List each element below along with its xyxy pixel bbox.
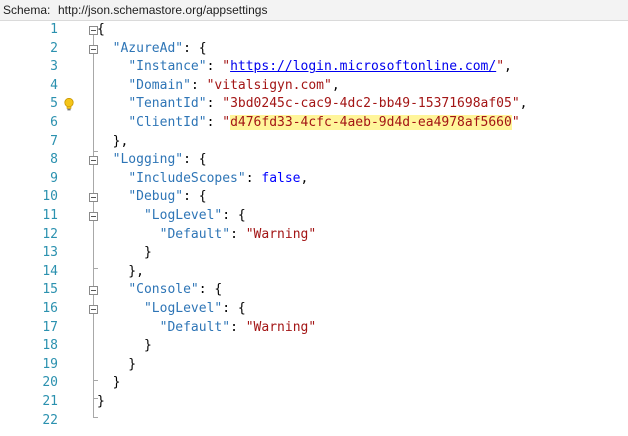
code-line: 13 } xyxy=(0,244,628,263)
json-key: "IncludeScopes" xyxy=(128,170,246,186)
line-number: 17 xyxy=(42,319,58,335)
line-number: 6 xyxy=(50,115,58,130)
highlighted-client-id: d476fd33-4cfc-4aeb-9d4d-ea4978af5660 xyxy=(230,115,512,130)
line-number: 16 xyxy=(42,301,58,316)
line-number: 7 xyxy=(50,133,58,149)
code-line: 5 "TenantId": "3bd0245c-cac9-4dc2-bb49-1… xyxy=(0,95,628,114)
code-line: 1 { xyxy=(0,21,628,40)
line-number: 10 xyxy=(42,189,58,205)
code-line: 19 } xyxy=(0,356,628,375)
brace: { xyxy=(97,22,105,37)
line-number: 4 xyxy=(50,77,58,93)
code-line: 22 xyxy=(0,412,628,431)
schema-bar: Schema: http://json.schemastore.org/apps… xyxy=(0,0,628,21)
line-number: 15 xyxy=(42,282,58,298)
line-number: 5 xyxy=(50,96,58,112)
json-key: "Domain" xyxy=(128,77,191,93)
line-number: 20 xyxy=(42,375,58,391)
code-line: 9 "IncludeScopes": false, xyxy=(0,170,628,189)
code-line: 16 "LogLevel": { xyxy=(0,300,628,319)
code-line: 8 "Logging": { xyxy=(0,151,628,170)
code-line: 4 "Domain": "vitalsigyn.com", xyxy=(0,77,628,96)
line-number: 21 xyxy=(42,394,58,409)
code-line: 11 "LogLevel": { xyxy=(0,207,628,226)
json-boolean: false xyxy=(261,170,301,186)
line-number: 1 xyxy=(50,22,58,37)
json-string: "3bd0245c-cac9-4dc2-bb49-15371698af05" xyxy=(222,96,520,112)
code-line: 3 "Instance": "https://login.microsofton… xyxy=(0,58,628,77)
code-editor[interactable]: 1 { 2 "AzureAd": { 3 "Instance": "https:… xyxy=(0,21,628,436)
code-line: 21 } xyxy=(0,393,628,412)
code-line: 12 "Default": "Warning" xyxy=(0,226,628,245)
json-string: "Warning" xyxy=(245,226,317,242)
line-number: 8 xyxy=(50,152,58,168)
code-line: 14 }, xyxy=(0,263,628,282)
line-number: 3 xyxy=(50,59,58,75)
json-key: "AzureAd" xyxy=(112,40,184,56)
json-key: "Console" xyxy=(128,282,199,298)
code-line: 7 }, xyxy=(0,133,628,152)
line-number: 12 xyxy=(42,226,58,242)
code-line: 6 "ClientId": "d476fd33-4cfc-4aeb-9d4d-e… xyxy=(0,114,628,133)
json-key: "Debug" xyxy=(128,189,184,205)
json-key: "Logging" xyxy=(112,152,184,168)
line-number: 13 xyxy=(42,245,58,261)
json-string: "Warning" xyxy=(245,319,317,335)
line-number: 2 xyxy=(50,40,58,56)
json-string: "vitalsigyn.com" xyxy=(206,77,332,93)
line-number: 11 xyxy=(42,208,58,223)
json-key: "LogLevel" xyxy=(143,301,223,316)
json-key: "Default" xyxy=(159,319,231,335)
code-line: 15 "Console": { xyxy=(0,281,628,300)
json-key: "TenantId" xyxy=(128,96,207,112)
schema-label: Schema: xyxy=(3,3,51,17)
line-number: 22 xyxy=(42,412,58,428)
json-key: "ClientId" xyxy=(128,115,207,130)
code-line: 17 "Default": "Warning" xyxy=(0,319,628,338)
json-key: "Default" xyxy=(159,226,231,242)
json-key: "LogLevel" xyxy=(143,208,223,223)
line-number: 9 xyxy=(50,170,58,186)
code-line: 18 } xyxy=(0,337,628,356)
lightbulb-icon[interactable] xyxy=(64,98,74,111)
code-line: 20 } xyxy=(0,374,628,393)
code-line: 2 "AzureAd": { xyxy=(0,40,628,59)
schema-url-field[interactable]: http://json.schemastore.org/appsettings xyxy=(58,3,267,17)
line-number: 14 xyxy=(42,263,58,279)
code-line: 10 "Debug": { xyxy=(0,188,628,207)
line-number: 19 xyxy=(42,356,58,372)
json-key: "Instance" xyxy=(128,59,207,75)
instance-url-link[interactable]: https://login.microsoftonline.com/ xyxy=(230,59,496,74)
line-number: 18 xyxy=(42,338,58,354)
